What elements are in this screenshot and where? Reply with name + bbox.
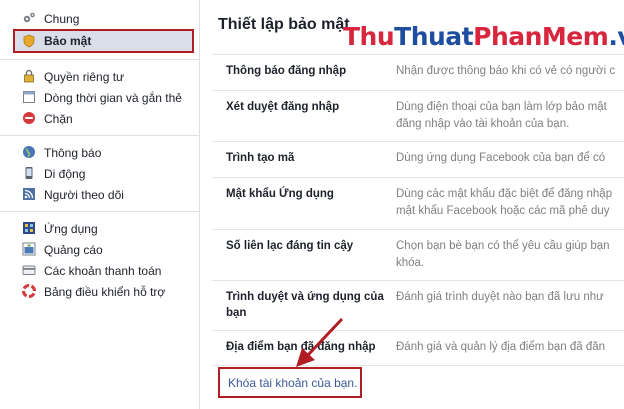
- setting-description: Nhận được thông báo khi có vẻ có người c: [396, 63, 624, 80]
- description-line: mật khẩu Facebook hoặc các mã phê duy: [396, 205, 610, 217]
- setting-description: Dùng điện thoại của bạn làm lớp bảo mật đ…: [396, 99, 624, 133]
- description-line: đăng nhập vào tài khoản của bạn.: [396, 118, 570, 130]
- annotation-arrow-icon: [296, 317, 344, 367]
- sidebar-item-timeline[interactable]: Dòng thời gian và gắn thẻ: [0, 87, 199, 108]
- settings-sidebar: Chung Bảo mật Quyền riêng tư Dòng thời g…: [0, 0, 200, 409]
- lock-account-link[interactable]: Khóa tài khoản của bạn.: [228, 376, 357, 390]
- sidebar-item-label: Ứng dụng: [44, 221, 98, 236]
- page-title: Thiết lập bảo mật: [218, 16, 350, 33]
- security-badge-icon: [23, 34, 35, 48]
- sidebar-item-apps[interactable]: Ứng dụng: [0, 218, 199, 239]
- sidebar-item-label: Chặn: [44, 111, 73, 126]
- security-settings-list: Thông báo đăng nhập Nhận được thông báo …: [212, 54, 624, 366]
- sidebar-item-mobile[interactable]: Di động: [0, 163, 199, 184]
- sidebar-group-general: Chung Bảo mật: [0, 0, 199, 60]
- sidebar-group-privacy: Quyền riêng tư Dòng thời gian và gắn thẻ…: [0, 60, 199, 136]
- setting-label: Xét duyệt đăng nhập: [226, 101, 340, 113]
- sidebar-item-blocking[interactable]: Chặn: [0, 108, 199, 129]
- ads-icon: [22, 242, 36, 256]
- gears-icon: [23, 12, 35, 23]
- mobile-icon: [25, 167, 33, 179]
- watermark-logo: ThuThuatPhanMem.vn: [343, 22, 624, 51]
- sidebar-item-payments[interactable]: Các khoản thanh toán: [0, 260, 199, 281]
- setting-description: Đánh giá trình duyệt nào bạn đã lưu như: [396, 289, 624, 306]
- description-line: Đánh giá và quản lý địa điểm bạn đã đăn: [396, 341, 606, 353]
- watermark-part: PhanMem: [473, 22, 609, 51]
- description-line: Đánh giá trình duyệt nào bạn đã lưu như: [396, 291, 604, 303]
- setting-description: Đánh giá và quản lý địa điểm bạn đã đăn: [396, 339, 624, 356]
- credit-card-icon: [22, 265, 36, 275]
- setting-row-app-passwords[interactable]: Mật khẩu Ứng dụng Dùng các mật khẩu đặc …: [212, 177, 624, 229]
- setting-description: Chọn bạn bè bạn có thể yêu cầu giúp bạn k…: [396, 238, 624, 272]
- setting-row-code-generator[interactable]: Trình tạo mã Dùng ứng dụng Facebook của …: [212, 141, 624, 177]
- setting-label: Trình tạo mã: [226, 152, 295, 164]
- sidebar-item-security[interactable]: Bảo mật: [13, 29, 194, 53]
- sidebar-item-ads[interactable]: Quảng cáo: [0, 239, 199, 260]
- globe-icon: [23, 146, 35, 158]
- sidebar-item-label: Bảo mật: [44, 34, 92, 48]
- sidebar-item-notifications[interactable]: Thông báo: [0, 142, 199, 163]
- lock-account-highlight: Khóa tài khoản của bạn.: [218, 367, 362, 398]
- setting-row-browsers-apps[interactable]: Trình duyệt và ứng dụng của bạn Đánh giá…: [212, 280, 624, 330]
- description-line: Dùng điện thoại của bạn làm lớp bảo mật: [396, 101, 607, 113]
- sidebar-group-notifications: Thông báo Di động Người theo dõi: [0, 136, 199, 212]
- sidebar-group-apps: Ứng dụng Quảng cáo Các khoản thanh toán …: [0, 212, 199, 308]
- setting-row-login-approvals[interactable]: Xét duyệt đăng nhập Dùng điện thoại của …: [212, 90, 624, 141]
- setting-label: Thông báo đăng nhập: [226, 65, 347, 77]
- sidebar-item-general[interactable]: Chung: [0, 8, 199, 29]
- sidebar-item-label: Dòng thời gian và gắn thẻ: [44, 90, 182, 105]
- description-line: Nhận được thông báo khi có vẻ có người c: [396, 65, 616, 77]
- security-settings-panel: Thiết lập bảo mật ThuThuatPhanMem.vn Thô…: [201, 0, 624, 409]
- apps-icon: [23, 222, 35, 234]
- setting-description: Dùng ứng dụng Facebook của bạn để có: [396, 150, 624, 167]
- description-line: khóa.: [396, 257, 425, 269]
- lock-icon: [24, 69, 34, 83]
- description-line: Chọn bạn bè bạn có thể yêu cầu giúp bạn: [396, 240, 610, 252]
- sidebar-item-label: Quảng cáo: [44, 242, 103, 257]
- setting-row-trusted-contacts[interactable]: Số liên lạc đáng tin cậy Chọn bạn bè bạn…: [212, 229, 624, 280]
- timeline-icon: [23, 91, 35, 103]
- setting-description: Dùng các mật khẩu đặc biệt để đăng nhập m…: [396, 186, 624, 220]
- setting-row-login-alerts[interactable]: Thông báo đăng nhập Nhận được thông báo …: [212, 54, 624, 90]
- sidebar-item-support-dashboard[interactable]: Bảng điều khiển hỗ trợ: [0, 281, 199, 302]
- sidebar-item-label: Bảng điều khiển hỗ trợ: [44, 284, 166, 299]
- block-icon: [23, 112, 35, 124]
- sidebar-item-privacy[interactable]: Quyền riêng tư: [0, 66, 199, 87]
- setting-row-where-logged-in[interactable]: Địa điểm bạn đã đăng nhập Đánh giá và qu…: [212, 330, 624, 366]
- rss-icon: [23, 188, 35, 200]
- watermark-part: Thuat: [394, 22, 474, 51]
- sidebar-item-followers[interactable]: Người theo dõi: [0, 184, 199, 205]
- description-line: Dùng ứng dụng Facebook của bạn để có: [396, 152, 606, 164]
- sidebar-item-label: Quyền riêng tư: [44, 69, 125, 84]
- setting-label: Số liên lạc đáng tin cậy: [226, 240, 354, 252]
- description-line: Dùng các mật khẩu đặc biệt để đăng nhập: [396, 188, 613, 200]
- sidebar-item-label: Thông báo: [44, 145, 102, 160]
- lifebuoy-icon: [22, 284, 36, 298]
- watermark-part: Thu: [343, 22, 395, 51]
- sidebar-item-label: Các khoản thanh toán: [44, 263, 162, 278]
- setting-label: Mật khẩu Ứng dụng: [226, 188, 334, 200]
- sidebar-item-label: Di động: [44, 166, 86, 181]
- sidebar-item-label: Người theo dõi: [44, 187, 124, 202]
- watermark-part: .vn: [608, 22, 624, 51]
- sidebar-item-label: Chung: [44, 11, 80, 26]
